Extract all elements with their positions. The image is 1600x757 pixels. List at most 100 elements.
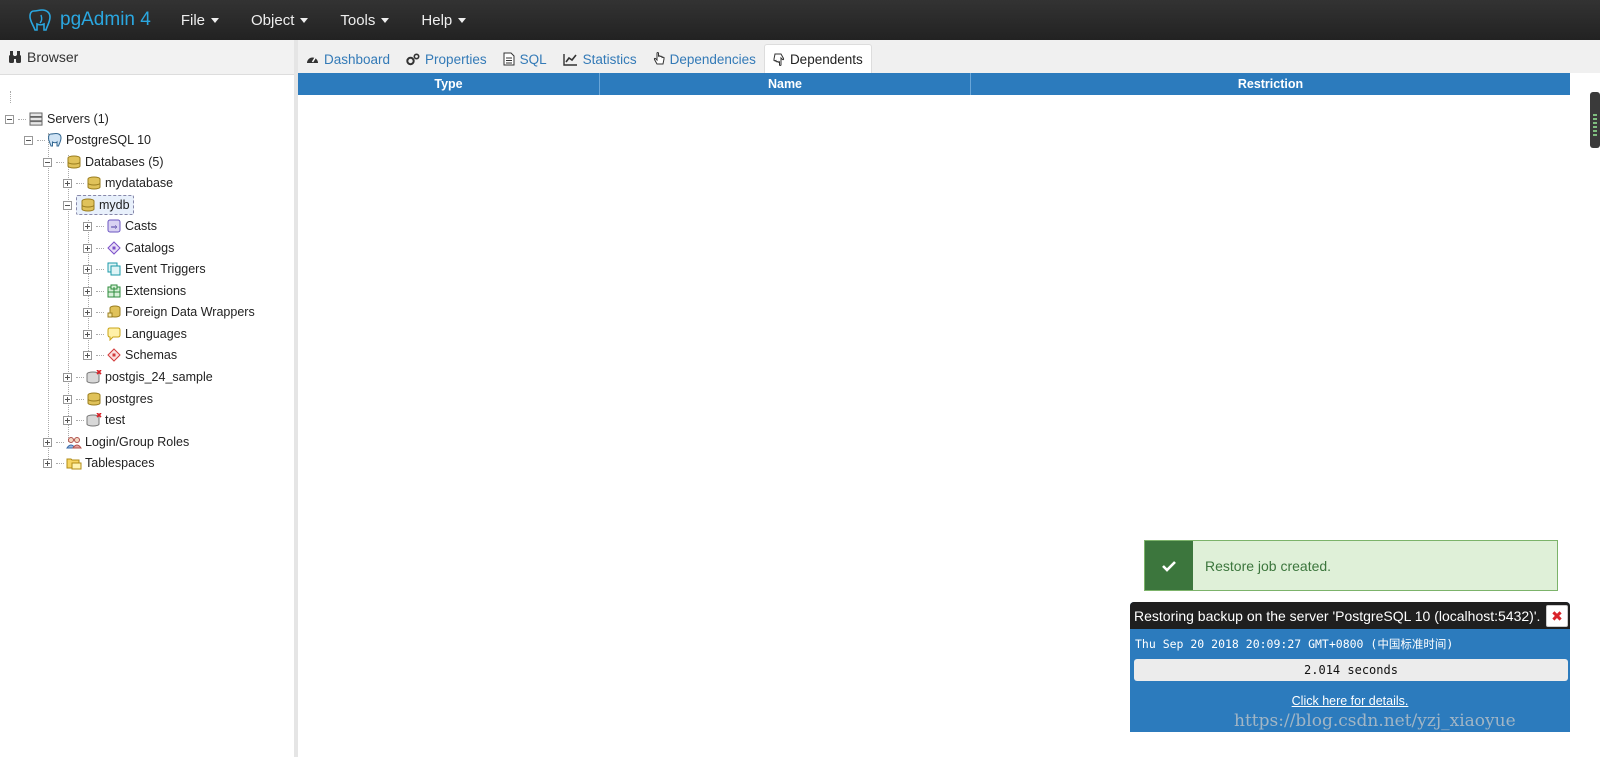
restore-success-alert: Restore job created. — [1144, 540, 1558, 591]
collapse-toggle[interactable] — [24, 135, 33, 145]
tree-node-label: test — [105, 413, 126, 427]
close-icon[interactable]: ✖ — [1546, 605, 1568, 627]
scrollbar-handle[interactable] — [1590, 92, 1600, 148]
tree-connector — [37, 139, 45, 141]
tree-node-languages[interactable]: Languages — [83, 324, 187, 344]
casts-icon: ⇒ — [106, 218, 122, 234]
tree-node-server[interactable]: PostgreSQL 10 — [24, 130, 151, 150]
postgresql-elephant-icon — [47, 132, 63, 148]
menu-file[interactable]: File — [165, 0, 235, 40]
column-header-restriction[interactable]: Restriction — [971, 73, 1570, 95]
tab-dependencies[interactable]: Dependencies — [645, 45, 764, 73]
tree-node-label: Schemas — [125, 348, 178, 362]
collapse-toggle[interactable] — [63, 200, 72, 210]
job-details-link[interactable]: Click here for details. — [1130, 694, 1570, 708]
tree-node-label: PostgreSQL 10 — [66, 133, 152, 147]
tree-node-schemas[interactable]: Schemas — [83, 345, 177, 365]
alert-message: Restore job created. — [1205, 557, 1332, 574]
menu-file-label: File — [180, 11, 206, 29]
tree-connector — [76, 376, 84, 378]
job-elapsed: 2.014 seconds — [1304, 663, 1398, 677]
binoculars-icon — [9, 51, 21, 63]
database-icon — [80, 197, 96, 213]
elephant-logo-icon — [29, 9, 51, 31]
tab-statistics[interactable]: Statistics — [555, 45, 645, 73]
menu-tools[interactable]: Tools — [324, 0, 405, 40]
tree-connector — [96, 333, 104, 335]
tree-node-label: Foreign Data Wrappers — [125, 305, 255, 319]
menu-object[interactable]: Object — [235, 0, 324, 40]
tree-node-label: Servers (1) — [47, 112, 109, 126]
tab-properties[interactable]: Properties — [398, 45, 495, 73]
gears-icon — [406, 52, 420, 65]
expand-toggle[interactable] — [83, 243, 92, 253]
tree-node-label: Catalogs — [125, 241, 175, 255]
dependents-grid-header: Type Name Restriction — [298, 73, 1570, 95]
file-text-icon — [503, 52, 515, 66]
tree-node-servers[interactable]: Servers (1) — [5, 109, 109, 129]
tree-guide — [48, 133, 49, 463]
tab-label: Statistics — [582, 51, 637, 67]
tab-dashboard[interactable]: Dashboard — [298, 45, 398, 73]
expand-toggle[interactable] — [43, 458, 52, 468]
selected-node[interactable]: mydb — [76, 195, 134, 215]
tree-node-label: mydb — [99, 198, 130, 212]
tree-connector — [76, 419, 84, 421]
detail-tabs: Dashboard Properties SQL Statistics Depe… — [298, 40, 1600, 73]
tree-node-db-test[interactable]: test — [63, 410, 125, 430]
tree-node-casts[interactable]: ⇒ Casts — [83, 216, 157, 236]
expand-toggle[interactable] — [63, 178, 72, 188]
tree-connector — [56, 441, 64, 443]
tree-node-label: Languages — [125, 327, 187, 341]
tree-node-label: Extensions — [125, 284, 187, 298]
expand-toggle[interactable] — [83, 307, 92, 317]
tree-node-db-mydb[interactable]: mydb — [63, 195, 134, 215]
tree-node-label: Tablespaces — [85, 456, 155, 470]
expand-toggle[interactable] — [63, 372, 72, 382]
tree-node-db-postgres[interactable]: postgres — [63, 389, 153, 409]
browser-title: Browser — [27, 49, 79, 65]
tree-node-extensions[interactable]: Extensions — [83, 281, 186, 301]
collapse-toggle[interactable] — [43, 157, 52, 167]
caret-down-icon — [300, 17, 309, 23]
panel-splitter[interactable] — [294, 40, 298, 757]
main-menu: File Object Tools Help — [165, 0, 482, 40]
database-icon — [86, 391, 102, 407]
brand[interactable]: pgAdmin 4 — [28, 0, 151, 40]
tree-node-label: mydatabase — [105, 176, 174, 190]
expand-toggle[interactable] — [83, 264, 92, 274]
tree-node-event-triggers[interactable]: Event Triggers — [83, 259, 206, 279]
expand-toggle[interactable] — [63, 415, 72, 425]
expand-toggle[interactable] — [83, 286, 92, 296]
expand-toggle[interactable] — [83, 350, 92, 360]
tree-node-db-postgis[interactable]: postgis_24_sample — [63, 367, 213, 387]
tree-node-catalogs[interactable]: Catalogs — [83, 238, 174, 258]
menu-help-label: Help — [421, 11, 453, 29]
database-disconnected-icon — [86, 412, 102, 428]
foreign-data-wrapper-icon — [106, 304, 122, 320]
tree-connector — [96, 354, 104, 356]
expand-toggle[interactable] — [83, 221, 92, 231]
expand-toggle[interactable] — [43, 437, 52, 447]
tree-node-label: Casts — [125, 219, 157, 233]
tree-connector — [96, 290, 104, 292]
tab-dependents[interactable]: Dependents — [763, 44, 872, 73]
expand-toggle[interactable] — [63, 394, 72, 404]
collapse-toggle[interactable] — [5, 114, 14, 124]
tree-node-label: postgres — [105, 392, 153, 406]
tree-node-databases[interactable]: Databases (5) — [43, 152, 164, 172]
tree-node-db-mydatabase[interactable]: mydatabase — [63, 173, 173, 193]
menu-tools-label: Tools — [340, 11, 376, 29]
column-header-type[interactable]: Type — [298, 73, 600, 95]
tree-connector — [18, 118, 26, 120]
tree-node-roles[interactable]: Login/Group Roles — [43, 432, 189, 452]
tree-node-tablespaces[interactable]: Tablespaces — [43, 453, 155, 473]
expand-toggle[interactable] — [83, 329, 92, 339]
browser-header: Browser — [0, 40, 294, 75]
column-header-name[interactable]: Name — [600, 73, 971, 95]
tree-node-label: Databases (5) — [85, 155, 164, 169]
menu-help[interactable]: Help — [405, 0, 482, 40]
browser-panel: Browser Servers (1) PostgreSQL 10 Databa… — [0, 40, 295, 757]
tab-sql[interactable]: SQL — [495, 45, 555, 73]
tree-node-fdw[interactable]: Foreign Data Wrappers — [83, 302, 255, 322]
